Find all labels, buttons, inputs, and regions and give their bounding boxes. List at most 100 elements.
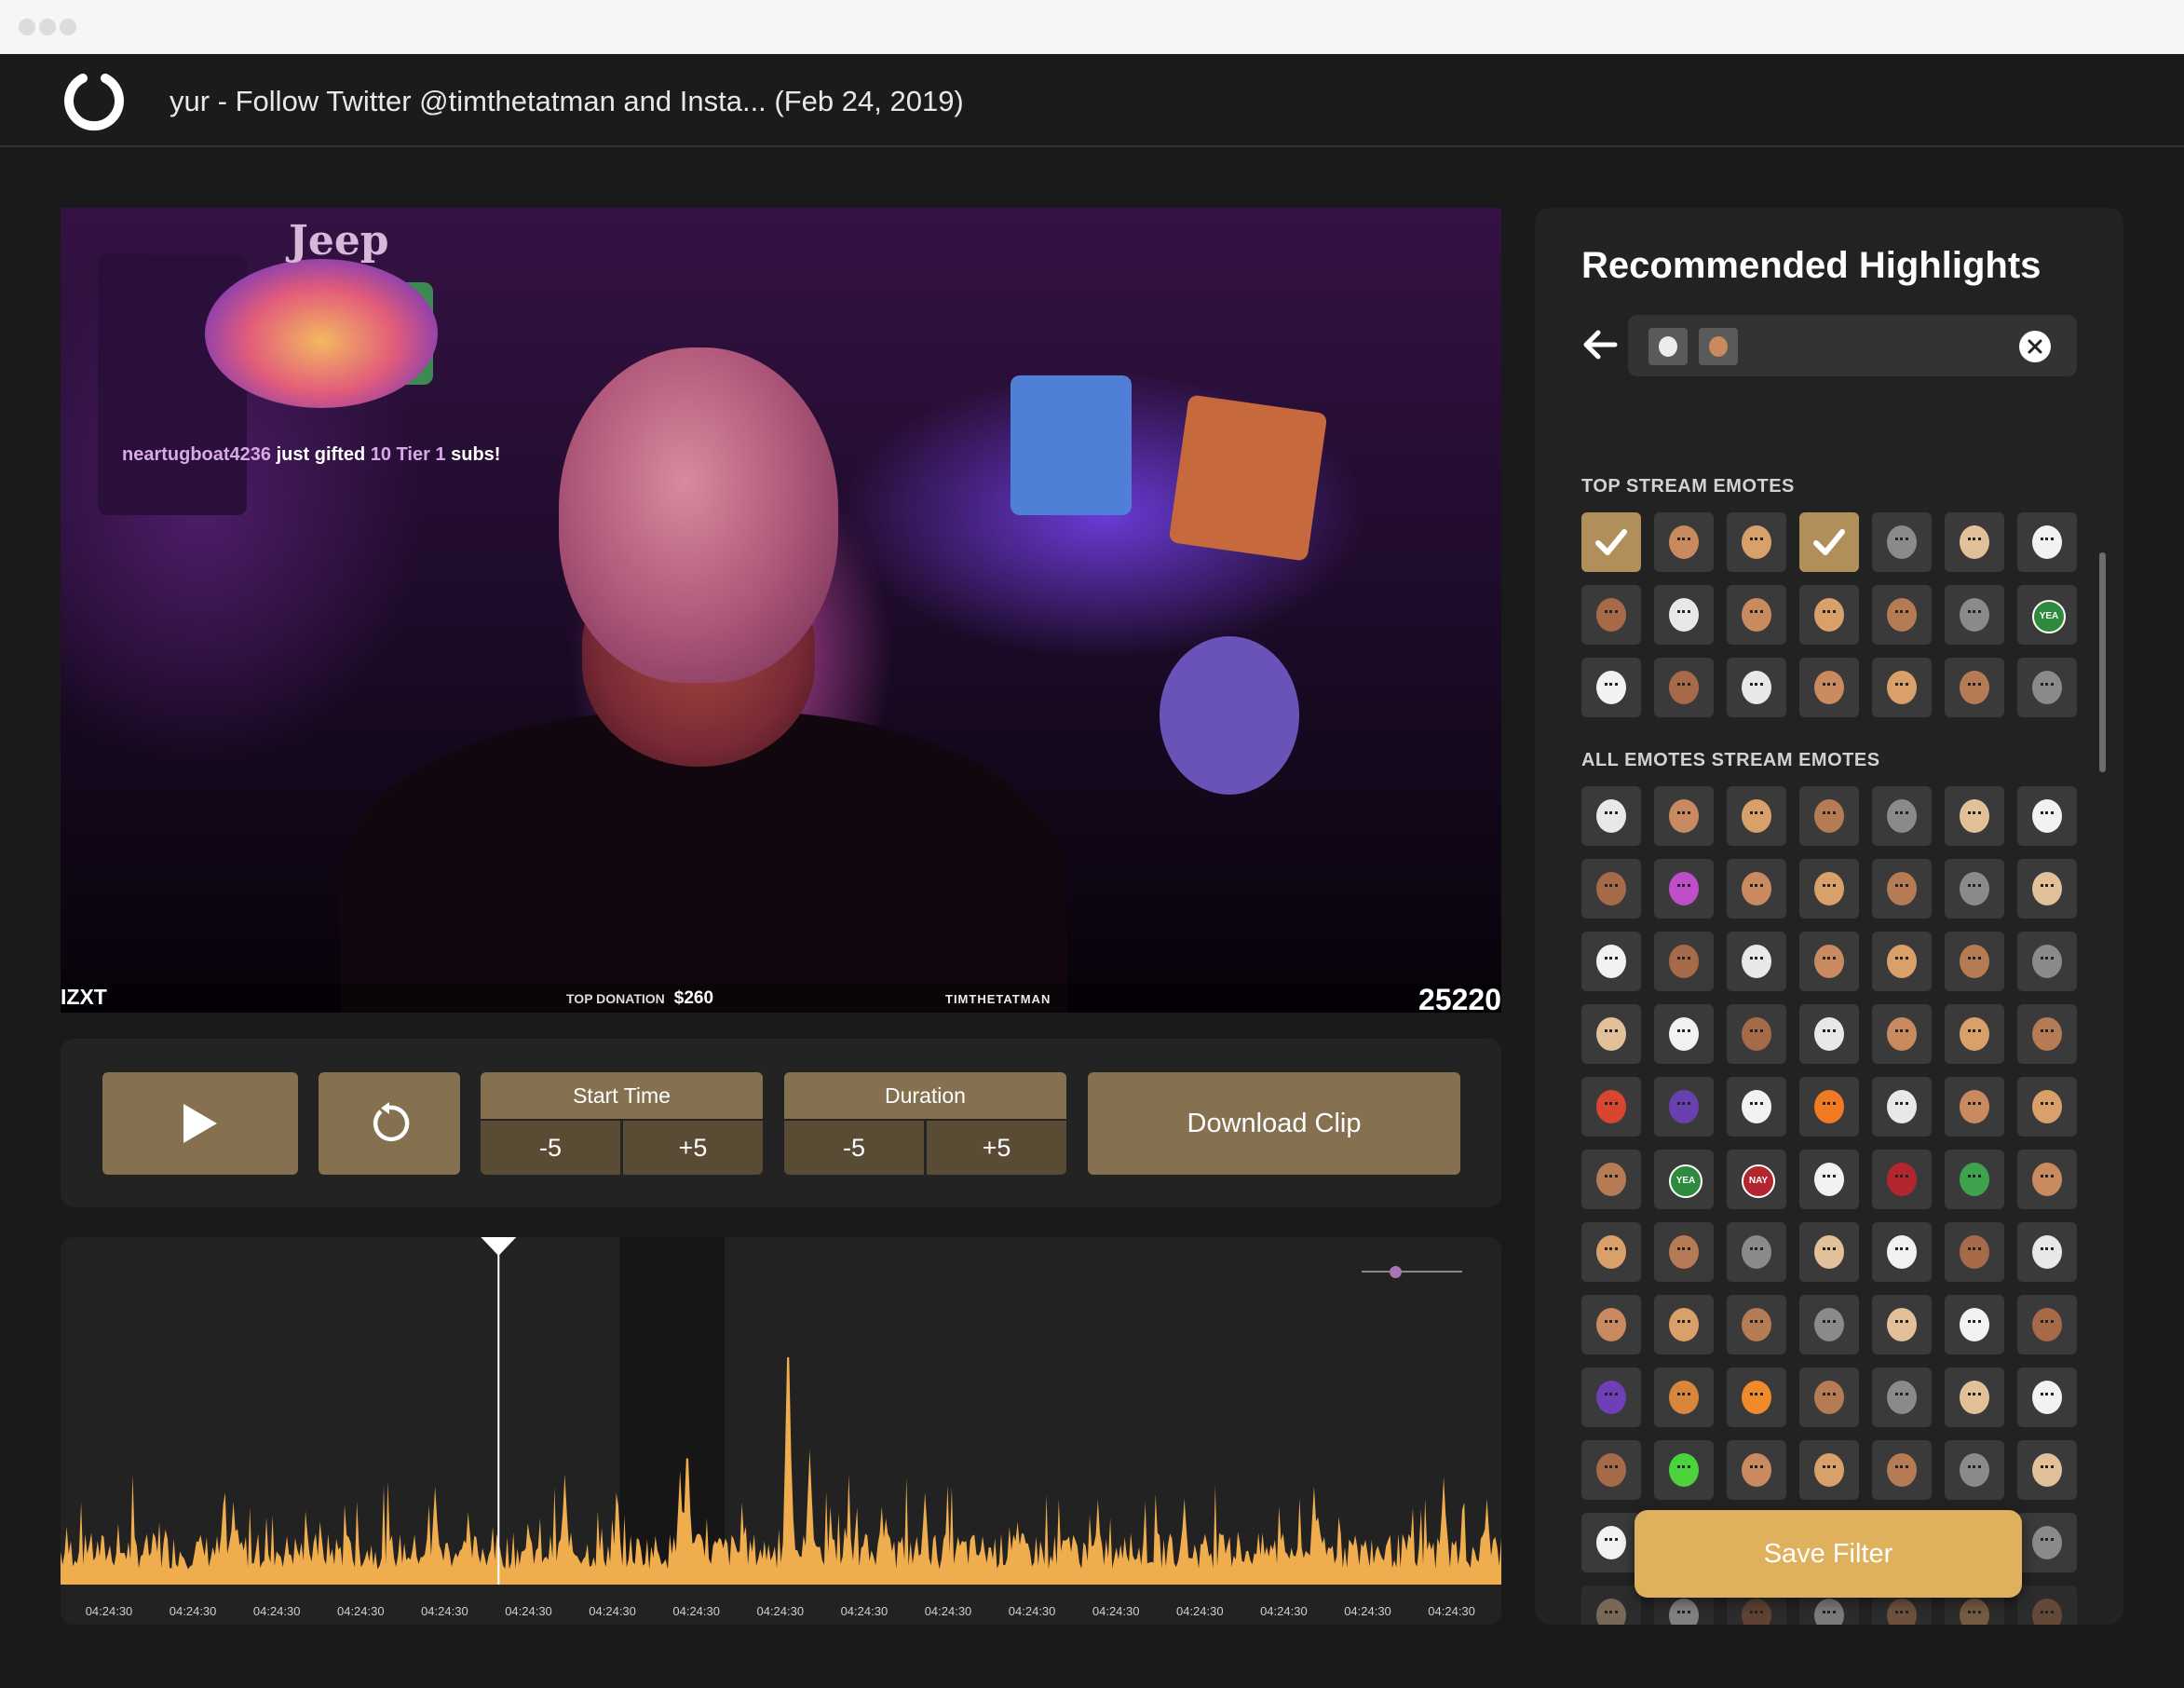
all-emote[interactable] — [1945, 786, 2004, 846]
window-minimize-dot[interactable] — [39, 19, 56, 35]
filter-chip-white-face[interactable] — [1648, 328, 1688, 365]
all-emote[interactable] — [1799, 786, 1859, 846]
all-emote[interactable] — [1799, 1295, 1859, 1354]
all-emote[interactable] — [1654, 1368, 1714, 1427]
top-emote[interactable] — [1581, 658, 1641, 717]
window-maximize-dot[interactable] — [60, 19, 76, 35]
all-emote[interactable] — [1581, 1004, 1641, 1064]
video-player[interactable]: Jeep neartugboat4236 just gifted 10 Tier… — [61, 208, 1501, 1013]
all-emote[interactable] — [1727, 786, 1786, 846]
top-emote[interactable] — [2017, 512, 2077, 572]
back-arrow-icon[interactable] — [1581, 326, 1619, 363]
all-emote[interactable] — [1872, 859, 1932, 919]
all-emote[interactable] — [1945, 1077, 2004, 1137]
window-close-dot[interactable] — [19, 19, 35, 35]
all-emote[interactable] — [1945, 1295, 2004, 1354]
filter-chip-person-face[interactable] — [1699, 328, 1738, 365]
top-emote[interactable] — [1727, 658, 1786, 717]
all-emote[interactable] — [1654, 932, 1714, 991]
replay-button[interactable] — [319, 1072, 460, 1175]
all-emote[interactable] — [1945, 932, 2004, 991]
all-emote[interactable] — [1581, 1513, 1641, 1572]
top-emote[interactable] — [1872, 512, 1932, 572]
all-emote[interactable] — [2017, 1077, 2077, 1137]
all-emote[interactable] — [1799, 859, 1859, 919]
top-emote[interactable] — [1581, 585, 1641, 645]
all-emote[interactable] — [1799, 1440, 1859, 1500]
all-emote[interactable] — [2017, 859, 2077, 919]
all-emote[interactable] — [1872, 1004, 1932, 1064]
all-emote[interactable] — [1872, 786, 1932, 846]
top-emote[interactable] — [1799, 585, 1859, 645]
all-emote[interactable] — [1654, 1440, 1714, 1500]
all-emote[interactable] — [1581, 1586, 1641, 1625]
all-emote[interactable] — [1799, 1150, 1859, 1209]
all-emote[interactable] — [1872, 1368, 1932, 1427]
all-emote[interactable] — [1945, 1368, 2004, 1427]
all-emote[interactable] — [2017, 932, 2077, 991]
top-emote[interactable] — [1727, 512, 1786, 572]
all-emote[interactable] — [2017, 1004, 2077, 1064]
all-emote[interactable] — [1727, 1222, 1786, 1282]
all-emote[interactable] — [1799, 1004, 1859, 1064]
all-emote[interactable] — [1872, 1222, 1932, 1282]
all-emote[interactable] — [1654, 859, 1714, 919]
start-time-minus-button[interactable]: -5 — [481, 1121, 620, 1175]
all-emote[interactable] — [1581, 1077, 1641, 1137]
all-emote[interactable]: NAY — [1727, 1150, 1786, 1209]
play-button[interactable] — [102, 1072, 298, 1175]
panel-scrollbar[interactable] — [2099, 552, 2106, 772]
top-emote[interactable] — [1654, 585, 1714, 645]
all-emote[interactable] — [1945, 1222, 2004, 1282]
all-emote[interactable] — [1654, 786, 1714, 846]
top-emote[interactable] — [1872, 585, 1932, 645]
all-emote[interactable] — [1727, 1077, 1786, 1137]
all-emote[interactable] — [1799, 1077, 1859, 1137]
top-emote[interactable] — [1945, 658, 2004, 717]
top-emote[interactable]: YEA — [2017, 585, 2077, 645]
all-emote[interactable] — [1945, 1004, 2004, 1064]
activity-timeline[interactable]: 04:24:30 04:24:30 04:24:30 04:24:30 04:24:30… — [61, 1237, 1501, 1625]
all-emote[interactable] — [1945, 859, 2004, 919]
clear-filters-button[interactable] — [2019, 331, 2051, 362]
all-emote[interactable] — [1654, 1295, 1714, 1354]
all-emote[interactable] — [2017, 1586, 2077, 1625]
all-emote[interactable] — [1872, 1440, 1932, 1500]
all-emote[interactable] — [1799, 1222, 1859, 1282]
top-emote[interactable] — [2017, 658, 2077, 717]
all-emote[interactable] — [1581, 1368, 1641, 1427]
all-emote[interactable] — [1799, 1368, 1859, 1427]
zoom-slider-knob[interactable] — [1390, 1266, 1402, 1278]
all-emote[interactable] — [1654, 1222, 1714, 1282]
top-emote[interactable] — [1872, 658, 1932, 717]
all-emote[interactable]: YEA — [1654, 1150, 1714, 1209]
all-emote[interactable] — [2017, 1150, 2077, 1209]
all-emote[interactable] — [1727, 859, 1786, 919]
top-emote[interactable] — [1799, 512, 1859, 572]
all-emote[interactable] — [1581, 859, 1641, 919]
start-time-plus-button[interactable]: +5 — [623, 1121, 763, 1175]
zoom-slider-track[interactable] — [1362, 1271, 1462, 1273]
all-emote[interactable] — [1872, 1150, 1932, 1209]
duration-minus-button[interactable]: -5 — [784, 1121, 924, 1175]
duration-plus-button[interactable]: +5 — [927, 1121, 1066, 1175]
all-emote[interactable] — [2017, 1440, 2077, 1500]
top-emote[interactable] — [1654, 658, 1714, 717]
all-emote[interactable] — [1581, 786, 1641, 846]
all-emote[interactable] — [1727, 1440, 1786, 1500]
save-filter-button[interactable]: Save Filter — [1635, 1510, 2022, 1598]
all-emote[interactable] — [1727, 1368, 1786, 1427]
all-emote[interactable] — [1581, 932, 1641, 991]
all-emote[interactable] — [1581, 1222, 1641, 1282]
selected-clip-region[interactable] — [619, 1237, 726, 1585]
all-emote[interactable] — [1872, 932, 1932, 991]
all-emote[interactable] — [1727, 1004, 1786, 1064]
all-emote[interactable] — [1654, 1077, 1714, 1137]
all-emote[interactable] — [1872, 1295, 1932, 1354]
power-logo-icon[interactable] — [63, 70, 125, 131]
top-emote[interactable] — [1654, 512, 1714, 572]
all-emote[interactable] — [1727, 1295, 1786, 1354]
all-emote[interactable] — [1945, 1150, 2004, 1209]
all-emote[interactable] — [2017, 1222, 2077, 1282]
all-emote[interactable] — [1581, 1295, 1641, 1354]
